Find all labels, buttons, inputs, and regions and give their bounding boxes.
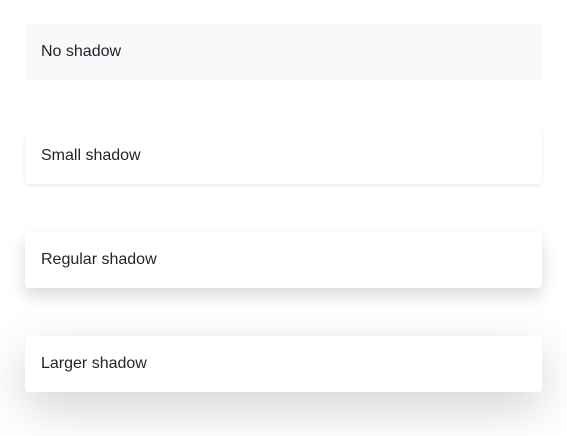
shadow-examples-list: No shadow Small shadow Regular shadow La… xyxy=(25,24,542,392)
small-shadow-card: Small shadow xyxy=(25,128,542,184)
larger-shadow-label: Larger shadow xyxy=(41,355,147,372)
small-shadow-label: Small shadow xyxy=(41,147,141,164)
regular-shadow-card: Regular shadow xyxy=(25,232,542,288)
regular-shadow-label: Regular shadow xyxy=(41,251,157,268)
no-shadow-card: No shadow xyxy=(25,24,542,80)
no-shadow-label: No shadow xyxy=(41,43,122,60)
larger-shadow-card: Larger shadow xyxy=(25,336,542,392)
